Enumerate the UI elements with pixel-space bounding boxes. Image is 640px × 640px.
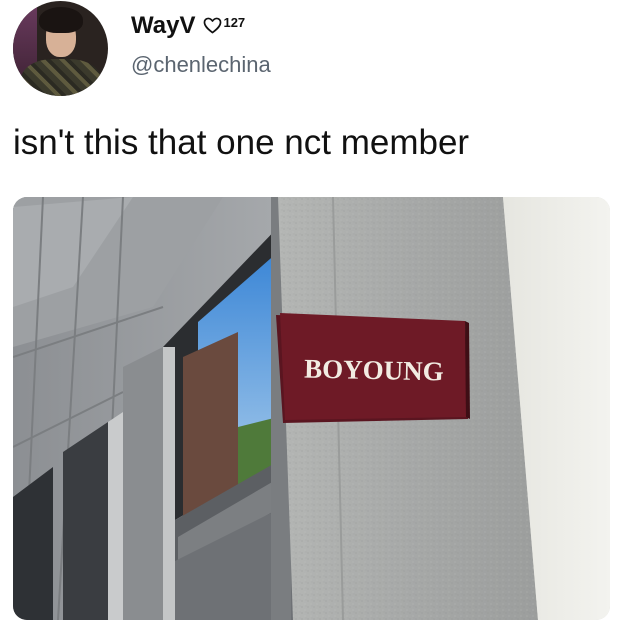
avatar-body [21,59,101,96]
sign-text: BOYOUNG [304,354,444,387]
display-name[interactable]: WayV [131,12,195,40]
tweet-text: isn't this that one nct member [13,123,470,162]
building-photo: BOYOUNG [13,197,610,620]
display-name-row: WayV 127 [131,12,245,40]
user-handle[interactable]: @chenlechina [131,52,271,78]
avatar-hair [39,7,83,33]
boyoung-sign: BOYOUNG [276,313,470,423]
avatar[interactable] [13,1,108,96]
heart-number: 127 [223,15,246,30]
tweet-image[interactable]: BOYOUNG [13,197,610,620]
heart-icon [204,17,222,34]
tweet: WayV 127 @chenlechina isn't this that on… [0,0,640,640]
